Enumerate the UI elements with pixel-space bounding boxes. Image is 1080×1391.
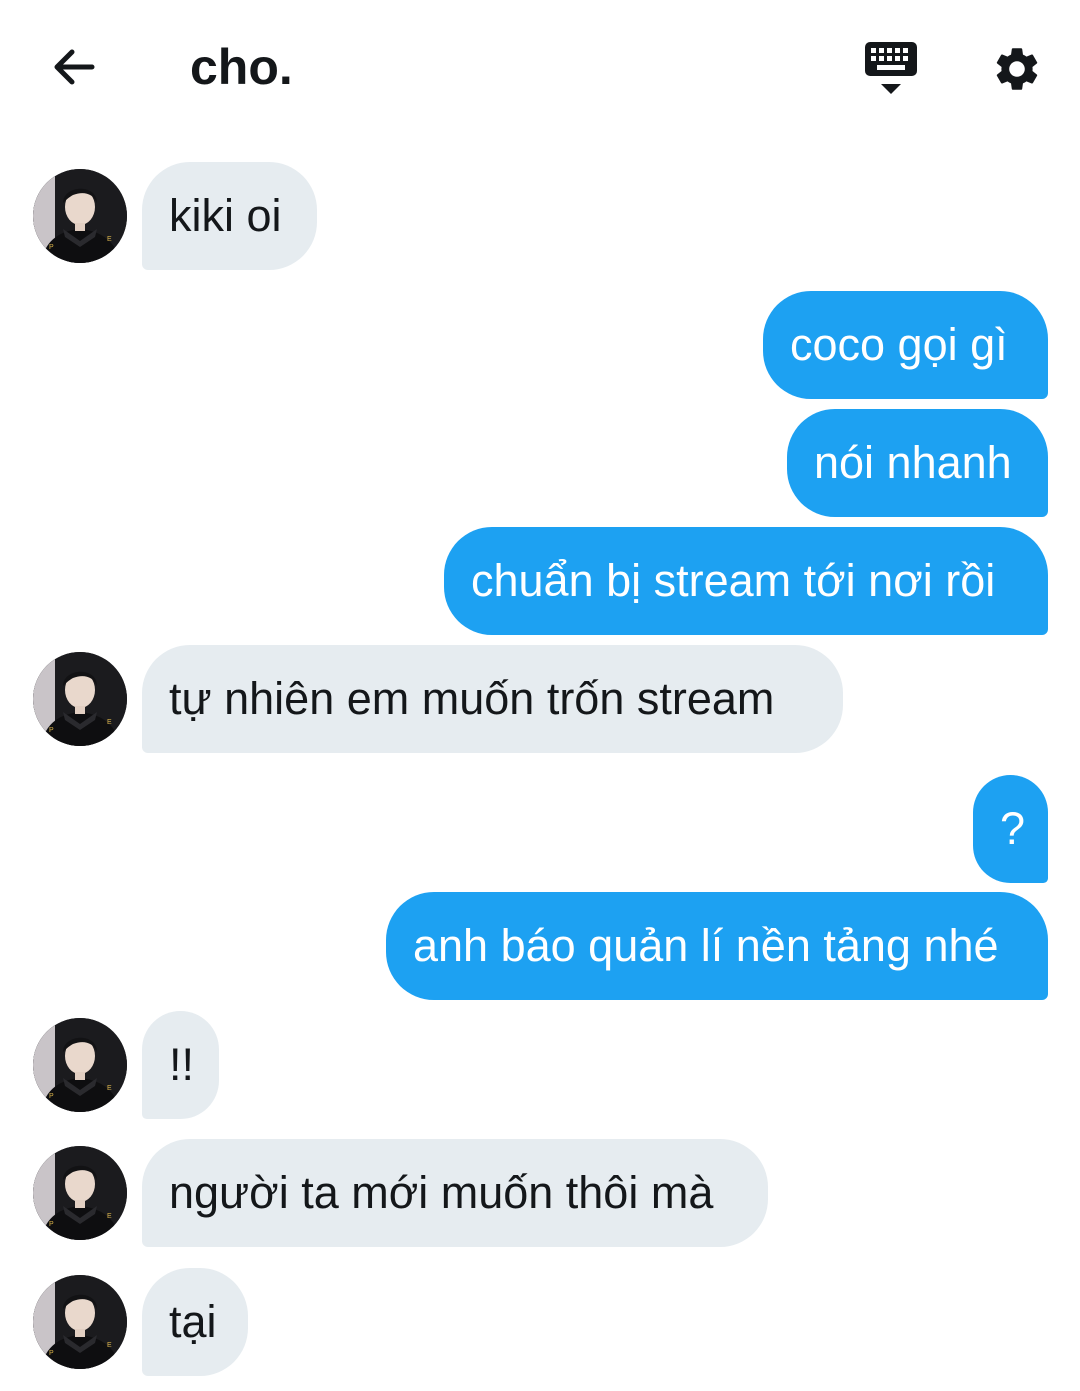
avatar[interactable]: P E [33, 652, 127, 746]
outgoing-message-row: ? [0, 775, 1080, 883]
outgoing-message-bubble[interactable]: coco gọi gì [763, 291, 1048, 399]
outgoing-message-bubble[interactable]: ? [973, 775, 1048, 883]
avatar-image: P E [33, 1275, 127, 1369]
incoming-message-row: P E tự nhiên em muốn trốn stream [0, 645, 1080, 753]
svg-text:P: P [49, 727, 54, 734]
avatar[interactable]: P E [33, 1146, 127, 1240]
svg-text:P: P [49, 1093, 54, 1100]
incoming-message-row: P E kiki oi [0, 162, 1080, 270]
svg-text:E: E [107, 1085, 112, 1092]
svg-text:E: E [107, 1342, 112, 1349]
outgoing-message-bubble[interactable]: nói nhanh [787, 409, 1048, 517]
message-thread: P E kiki oi coco gọi gì nói nhanh chuẩn bị … [0, 0, 1080, 1391]
incoming-message-bubble[interactable]: tại [142, 1268, 248, 1376]
outgoing-message-bubble[interactable]: chuẩn bị stream tới nơi rồi [444, 527, 1048, 635]
incoming-message-bubble[interactable]: !! [142, 1011, 219, 1119]
incoming-message-bubble[interactable]: tự nhiên em muốn trốn stream [142, 645, 843, 753]
svg-text:E: E [107, 719, 112, 726]
incoming-message-bubble[interactable]: người ta mới muốn thôi mà [142, 1139, 768, 1247]
outgoing-message-row: nói nhanh [0, 409, 1080, 517]
avatar[interactable]: P E [33, 1018, 127, 1112]
svg-text:P: P [49, 244, 54, 251]
incoming-message-row: P E !! [0, 1011, 1080, 1119]
avatar[interactable]: P E [33, 169, 127, 263]
outgoing-message-row: coco gọi gì [0, 291, 1080, 399]
avatar[interactable]: P E [33, 1275, 127, 1369]
avatar-image: P E [33, 1018, 127, 1112]
incoming-message-row: P E người ta mới muốn thôi mà [0, 1139, 1080, 1247]
incoming-message-row: P E tại [0, 1268, 1080, 1376]
svg-text:P: P [49, 1221, 54, 1228]
avatar-image: P E [33, 169, 127, 263]
outgoing-message-bubble[interactable]: anh báo quản lí nền tảng nhé [386, 892, 1048, 1000]
svg-text:E: E [107, 1213, 112, 1220]
svg-text:P: P [49, 1350, 54, 1357]
avatar-image: P E [33, 652, 127, 746]
avatar-image: P E [33, 1146, 127, 1240]
svg-text:E: E [107, 236, 112, 243]
incoming-message-bubble[interactable]: kiki oi [142, 162, 317, 270]
outgoing-message-row: anh báo quản lí nền tảng nhé [0, 892, 1080, 1000]
outgoing-message-row: chuẩn bị stream tới nơi rồi [0, 527, 1080, 635]
